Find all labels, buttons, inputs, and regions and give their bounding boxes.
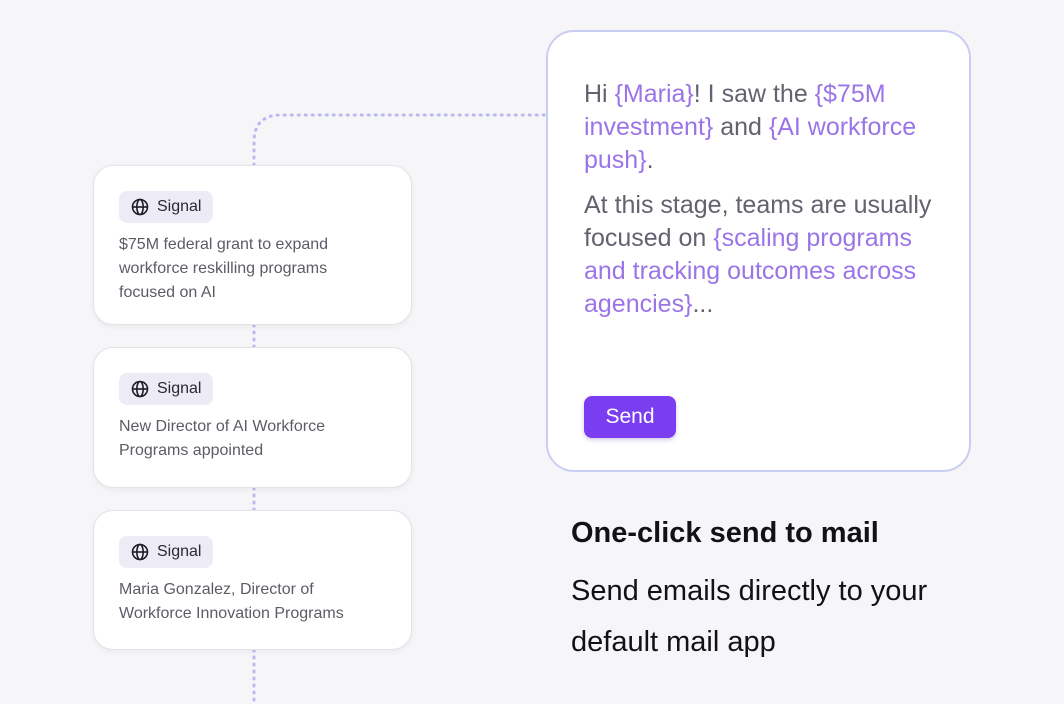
email-greeting: Hi {Maria}! I saw the {$75M investment} …: [584, 78, 933, 177]
email-text: Hi: [584, 80, 615, 108]
signal-card: Signal New Director of AI Workforce Prog…: [93, 347, 412, 488]
signal-badge: Signal: [119, 191, 214, 223]
email-text: .: [646, 146, 654, 174]
globe-icon: [131, 198, 149, 216]
send-button[interactable]: Send: [584, 396, 676, 438]
signal-description: Maria Gonzalez, Director of Workforce In…: [119, 581, 344, 622]
email-text: ! I saw the: [693, 80, 815, 108]
signal-card: Signal Maria Gonzalez, Director of Workf…: [93, 510, 412, 650]
email-body: At this stage, teams are usually focused…: [584, 189, 933, 321]
signal-badge-label: Signal: [157, 543, 202, 560]
email-variable-name: {Maria}: [614, 80, 694, 108]
globe-icon: [131, 380, 149, 398]
signal-badge: Signal: [119, 536, 214, 568]
email-text: ...: [692, 290, 714, 318]
feature-description: Send emails directly to your default mai…: [571, 575, 928, 658]
signal-badge: Signal: [119, 373, 214, 405]
feature-title: One-click send to mail: [571, 517, 879, 549]
signal-badge-label: Signal: [157, 380, 202, 397]
signal-card: Signal $75M federal grant to expand work…: [93, 165, 412, 325]
signal-badge-label: Signal: [157, 198, 202, 215]
email-preview-card: Hi {Maria}! I saw the {$75M investment} …: [546, 30, 971, 472]
email-text: and: [713, 113, 769, 141]
globe-icon: [131, 543, 149, 561]
signal-description: New Director of AI Workforce Programs ap…: [119, 418, 325, 459]
signal-description: $75M federal grant to expand workforce r…: [119, 236, 329, 301]
